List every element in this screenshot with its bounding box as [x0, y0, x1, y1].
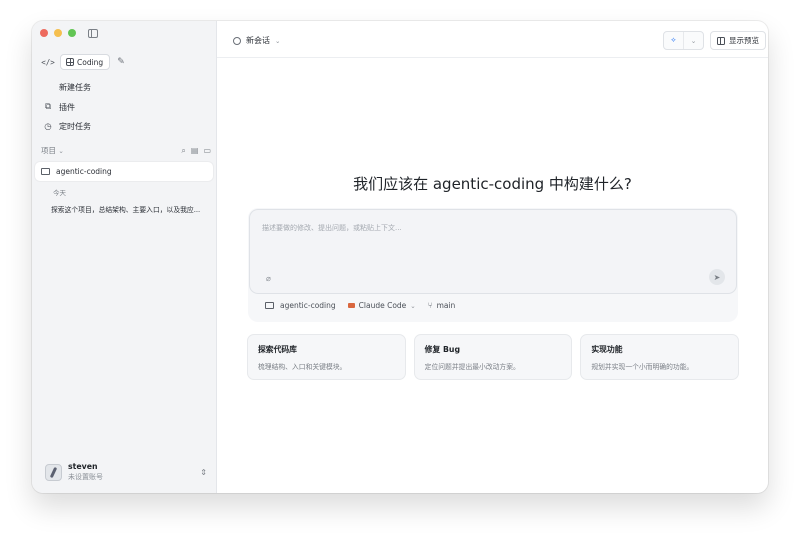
sidebar: </> Coding ✎ 新建任务 ⧉ 插件 ◷ 定时任务 项目 ⌄ ⌕ ▤ ▭… [32, 21, 216, 493]
sidebar-item-label: 定时任务 [59, 122, 91, 132]
branch-selector[interactable]: ⑂ main [428, 301, 456, 310]
user-name: steven [68, 462, 98, 471]
sidebar-item-plugins[interactable]: ⧉ 插件 [41, 98, 211, 118]
archive-icon[interactable]: ▤ [191, 146, 199, 156]
zoom-window-button[interactable] [68, 29, 76, 37]
claude-icon [347, 303, 355, 308]
sidebar-item-label: 新建任务 [59, 83, 91, 93]
plugin-icon: ⧉ [44, 102, 52, 113]
branch-name: main [436, 301, 456, 310]
chevron-updown-icon[interactable]: ⇕ [200, 468, 207, 477]
chevron-down-icon: ⌄ [410, 301, 416, 310]
chevron-down-icon: ⌄ [275, 36, 281, 45]
edit-icon[interactable]: ✎ [117, 57, 125, 67]
card-title: 探索代码库 [258, 345, 297, 354]
suggestion-cards: 探索代码库 梳理结构、入口和关键模块。 修复 Bug 定位问题并提出最小改动方案… [247, 334, 740, 380]
user-profile[interactable]: steven 未设置账号 ⇕ [45, 462, 207, 482]
git-branch-icon: ⑂ [427, 301, 433, 310]
grid-icon [66, 58, 74, 66]
prompt-placeholder: 描述要做的修改、提出问题，或粘贴上下文... [262, 224, 402, 232]
close-window-button[interactable] [40, 29, 48, 37]
clock-icon: ◷ [44, 121, 52, 132]
coding-mode-button[interactable]: Coding [60, 54, 111, 70]
minimize-window-button[interactable] [54, 29, 62, 37]
window-controls [40, 29, 76, 37]
folder-selector[interactable]: agentic-coding [265, 301, 336, 310]
coding-mode-label: Coding [77, 57, 104, 67]
session-selector[interactable]: 新会话 ⌄ [233, 35, 280, 46]
page-title: 我们应该在 agentic-coding 中构建什么? [353, 175, 632, 193]
user-account-status: 未设置账号 [68, 473, 103, 481]
new-folder-icon[interactable]: ▭ [203, 146, 211, 156]
sidebar-toggle-icon[interactable] [88, 29, 98, 38]
folder-icon [41, 168, 50, 175]
composer-container: 描述要做的修改、提出问题，或粘贴上下文... ⌀ ➤ agentic-codin… [248, 208, 738, 322]
project-name: agentic-coding [56, 167, 112, 176]
show-preview-button[interactable]: 显示预览 [710, 31, 766, 50]
app-window: </> Coding ✎ 新建任务 ⧉ 插件 ◷ 定时任务 项目 ⌄ ⌕ ▤ ▭… [32, 21, 768, 493]
projects-header: 项目 ⌄ ⌕ ▤ ▭ [41, 145, 211, 156]
suggestion-card-fix-bug[interactable]: 修复 Bug 定位问题并提出最小改动方案。 [413, 334, 573, 380]
card-description: 规划并实现一个小而明确的功能。 [591, 363, 694, 371]
attach-icon[interactable]: ⌀ [266, 274, 271, 283]
chevron-down-icon: ⌄ [58, 147, 64, 155]
group-label-today: 今天 [53, 189, 66, 197]
card-title: 实现功能 [591, 345, 623, 354]
sidebar-item-new-task[interactable]: 新建任务 [41, 78, 211, 98]
prompt-input[interactable]: 描述要做的修改、提出问题，或粘贴上下文... ⌀ ➤ [249, 209, 737, 294]
panel-icon [717, 36, 725, 45]
sidebar-item-scheduled[interactable]: ◷ 定时任务 [41, 117, 211, 137]
sidebar-nav: 新建任务 ⧉ 插件 ◷ 定时任务 [41, 78, 211, 137]
main-panel: 新会话 ⌄ ⟡ ⌄ 显示预览 我们应该在 agentic-coding 中构建什… [216, 21, 768, 493]
avatar [45, 463, 62, 481]
session-item[interactable]: 探索这个项目，总结架构、主要入口，以及我应... [51, 204, 211, 214]
projects-tools: ⌕ ▤ ▭ [181, 146, 211, 156]
card-description: 梳理结构、入口和关键模块。 [258, 363, 347, 371]
history-icon [233, 36, 241, 45]
session-name: 新会话 [246, 36, 270, 45]
share-icon[interactable]: ⟡ [664, 32, 684, 49]
projects-dropdown[interactable]: 项目 ⌄ [41, 145, 64, 156]
project-item[interactable]: agentic-coding [35, 162, 213, 181]
search-icon[interactable]: ⌕ [181, 146, 185, 156]
projects-label: 项目 [41, 146, 56, 155]
folder-name: agentic-coding [280, 301, 336, 310]
topbar: 新会话 ⌄ ⟡ ⌄ 显示预览 [217, 21, 768, 58]
folder-icon [265, 302, 274, 309]
suggestion-card-feature[interactable]: 实现功能 规划并实现一个小而明确的功能。 [580, 334, 740, 380]
share-button-group: ⟡ ⌄ [663, 31, 704, 50]
send-button[interactable]: ➤ [709, 269, 725, 285]
model-name: Claude Code [358, 301, 407, 310]
mode-row: </> Coding ✎ [41, 54, 125, 70]
model-selector[interactable]: Claude Code ⌄ [347, 301, 416, 310]
sidebar-item-label: 插件 [59, 102, 75, 112]
suggestion-card-explore[interactable]: 探索代码库 梳理结构、入口和关键模块。 [247, 334, 406, 380]
code-icon[interactable]: </> [41, 58, 55, 67]
show-preview-label: 显示预览 [729, 36, 759, 45]
card-description: 定位问题并提出最小改动方案。 [424, 363, 520, 371]
composer-meta: agentic-coding Claude Code ⌄ ⑂ main [265, 301, 455, 310]
chevron-down-icon[interactable]: ⌄ [684, 32, 703, 49]
card-title: 修复 Bug [424, 345, 461, 354]
